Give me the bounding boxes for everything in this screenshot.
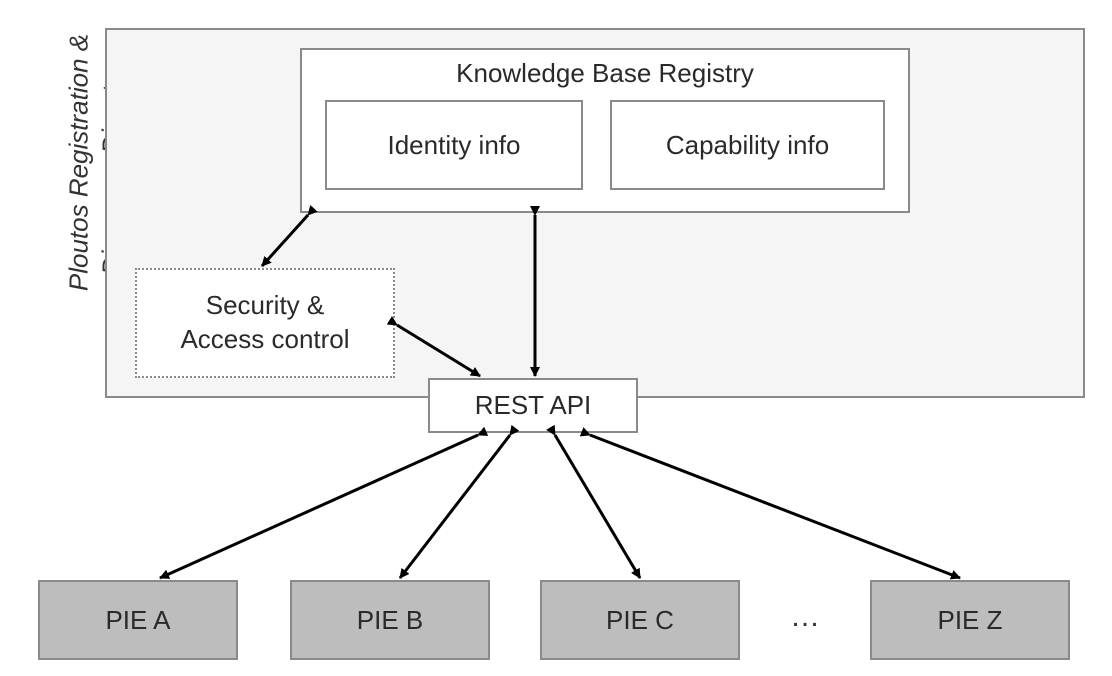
pie-c-box: PIE C [540, 580, 740, 660]
ellipsis: … [790, 600, 820, 634]
pie-z-label: PIE Z [937, 605, 1002, 636]
pie-z-box: PIE Z [870, 580, 1070, 660]
security-line1: Security & [206, 289, 325, 323]
pie-a-label: PIE A [105, 605, 170, 636]
identity-label: Identity info [388, 130, 521, 161]
identity-info-box: Identity info [325, 100, 583, 190]
pie-b-box: PIE B [290, 580, 490, 660]
security-access-box: Security & Access control [135, 268, 395, 378]
pie-c-label: PIE C [606, 605, 674, 636]
rest-api-box: REST API [428, 378, 638, 433]
security-line2: Access control [180, 323, 349, 357]
pie-a-box: PIE A [38, 580, 238, 660]
capability-label: Capability info [666, 130, 829, 161]
diagram-canvas: Ploutos Registration & Discovery Directo… [0, 0, 1112, 676]
kbr-label: Knowledge Base Registry [456, 58, 754, 89]
rest-label: REST API [475, 390, 592, 421]
capability-info-box: Capability info [610, 100, 885, 190]
pie-b-label: PIE B [357, 605, 423, 636]
